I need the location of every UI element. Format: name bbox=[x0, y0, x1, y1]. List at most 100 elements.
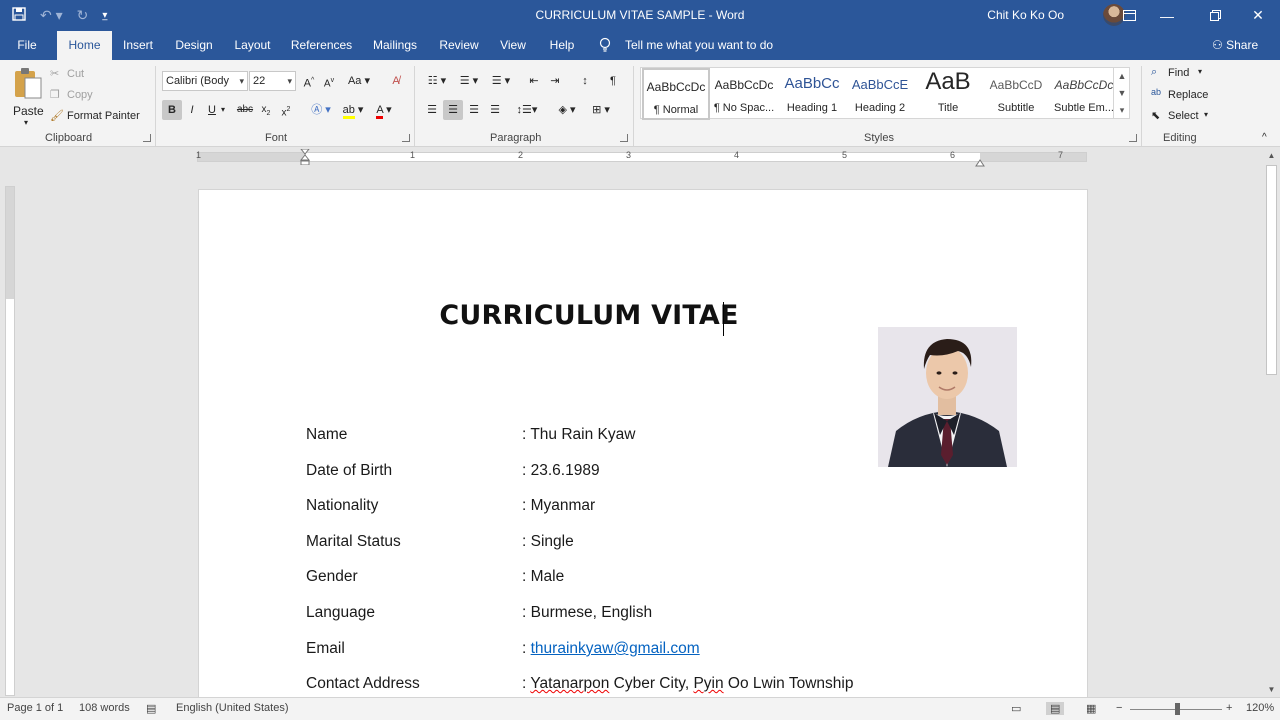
zoom-out-icon[interactable]: − bbox=[1116, 702, 1122, 714]
tab-layout[interactable]: Layout bbox=[229, 31, 276, 60]
minimize-icon[interactable]: — bbox=[1144, 0, 1190, 31]
share-button[interactable]: ⚇ Share bbox=[1212, 31, 1258, 60]
web-layout-icon[interactable]: ▦ bbox=[1086, 702, 1096, 715]
copy-button[interactable]: ❐ Copy bbox=[50, 87, 110, 105]
align-left-icon[interactable]: ☰ bbox=[422, 100, 442, 120]
font-launcher-icon[interactable] bbox=[402, 134, 410, 142]
align-right-icon[interactable]: ☰ bbox=[464, 100, 484, 120]
style-subtitle[interactable]: AaBbCcD Subtitle bbox=[982, 68, 1050, 120]
font-color-icon[interactable]: A ▾ bbox=[370, 100, 398, 120]
paste-button[interactable]: Paste ▾ bbox=[10, 66, 46, 127]
format-painter-button[interactable]: 🖌 Format Painter bbox=[50, 108, 145, 126]
select-button[interactable]: ⬉ Select ▾ bbox=[1151, 108, 1226, 126]
justify-icon[interactable]: ☰ bbox=[485, 100, 505, 120]
decrease-indent-icon[interactable]: ⇤ bbox=[524, 71, 544, 91]
group-separator bbox=[1141, 66, 1142, 146]
clipboard-group-label: Clipboard bbox=[45, 132, 93, 144]
superscript-button[interactable]: x2 bbox=[276, 100, 296, 120]
zoom-level[interactable]: 120% bbox=[1246, 702, 1274, 714]
indent-marker-icon[interactable] bbox=[299, 148, 311, 166]
increase-indent-icon[interactable]: ⇥ bbox=[545, 71, 565, 91]
gallery-up-icon[interactable]: ▲ bbox=[1113, 68, 1130, 85]
borders-icon[interactable]: ⊞ ▾ bbox=[586, 100, 616, 120]
user-name[interactable]: Chit Ko Ko Oo bbox=[987, 8, 1064, 22]
styles-launcher-icon[interactable] bbox=[1129, 134, 1137, 142]
sort-icon[interactable]: ↕ bbox=[575, 71, 595, 91]
vertical-ruler[interactable] bbox=[5, 186, 15, 696]
tab-design[interactable]: Design bbox=[170, 31, 218, 60]
vertical-scrollbar[interactable]: ▲ ▼ bbox=[1263, 149, 1280, 697]
align-center-icon[interactable]: ☰ bbox=[443, 100, 463, 120]
tell-me-search[interactable]: Tell me what you want to do bbox=[625, 31, 773, 60]
scrollbar-thumb[interactable] bbox=[1266, 165, 1277, 375]
replace-button[interactable]: ab Replace bbox=[1151, 87, 1226, 105]
subscript-button[interactable]: x2 bbox=[256, 100, 276, 120]
collapse-ribbon-icon[interactable]: ^ bbox=[1262, 132, 1267, 143]
style-subtle-emphasis[interactable]: AaBbCcDc Subtle Em... bbox=[1050, 68, 1118, 120]
change-case-icon[interactable]: Aa ▾ bbox=[345, 71, 373, 91]
ribbon-tabs: File Home Insert Design Layout Reference… bbox=[0, 31, 1280, 60]
tab-view[interactable]: View bbox=[494, 31, 532, 60]
search-icon: ⌕ bbox=[1151, 66, 1158, 78]
tab-insert[interactable]: Insert bbox=[117, 31, 159, 60]
field-label: Email bbox=[306, 640, 345, 657]
close-icon[interactable]: ✕ bbox=[1235, 0, 1280, 31]
shading-icon[interactable]: ◈ ▾ bbox=[552, 100, 582, 120]
right-indent-marker-icon[interactable] bbox=[975, 156, 985, 167]
proofing-icon[interactable]: ▤ bbox=[146, 702, 156, 715]
word-count[interactable]: 108 words bbox=[79, 702, 130, 714]
zoom-slider-thumb[interactable] bbox=[1175, 703, 1180, 715]
ruler-track: 1 1 2 3 4 5 6 7 bbox=[196, 150, 1087, 162]
style-heading-2[interactable]: AaBbCcE Heading 2 bbox=[846, 68, 914, 120]
bold-button[interactable]: B bbox=[162, 100, 182, 120]
gallery-down-icon[interactable]: ▼ bbox=[1113, 85, 1130, 102]
italic-button[interactable]: I bbox=[182, 100, 202, 120]
tab-review[interactable]: Review bbox=[435, 31, 483, 60]
styles-group-label: Styles bbox=[864, 132, 894, 144]
restore-icon[interactable] bbox=[1192, 0, 1238, 31]
tab-home[interactable]: Home bbox=[57, 31, 112, 60]
tab-references[interactable]: References bbox=[288, 31, 355, 60]
cv-title[interactable]: CURRICULUM VITAE bbox=[199, 300, 979, 331]
underline-dropdown-icon[interactable]: ▾ bbox=[218, 100, 228, 120]
font-size-combo[interactable]: 22 ▾ bbox=[249, 71, 296, 91]
scroll-up-icon[interactable]: ▲ bbox=[1263, 149, 1280, 163]
clipboard-launcher-icon[interactable] bbox=[143, 134, 151, 142]
clear-formatting-icon[interactable]: A̸ bbox=[386, 71, 406, 91]
document-page[interactable]: CURRICULUM VITAE Name : Thu Rain Kyaw Da… bbox=[198, 189, 1088, 709]
style-heading-1[interactable]: AaBbCc Heading 1 bbox=[778, 68, 846, 120]
font-name-combo[interactable]: Calibri (Body ▾ bbox=[162, 71, 248, 91]
page-count[interactable]: Page 1 of 1 bbox=[7, 702, 63, 714]
misspelled-word[interactable]: Pyin bbox=[693, 675, 723, 692]
style-normal[interactable]: AaBbCcDc ¶ Normal bbox=[642, 68, 710, 120]
paragraph-launcher-icon[interactable] bbox=[620, 134, 628, 142]
pilcrow-icon[interactable]: ¶ bbox=[603, 71, 623, 91]
shrink-font-icon[interactable]: Av bbox=[319, 71, 339, 91]
style-title[interactable]: AaB Title bbox=[914, 68, 982, 120]
profile-photo[interactable] bbox=[878, 327, 1017, 467]
cut-button[interactable]: ✂ Cut bbox=[50, 66, 110, 84]
tab-file[interactable]: File bbox=[8, 31, 46, 60]
numbering-icon[interactable]: ☰ ▾ bbox=[454, 71, 484, 91]
style-no-spacing[interactable]: AaBbCcDc ¶ No Spac... bbox=[710, 68, 778, 120]
tab-help[interactable]: Help bbox=[543, 31, 581, 60]
strikethrough-button[interactable]: abc bbox=[235, 100, 255, 120]
line-spacing-icon[interactable]: ↕☰▾ bbox=[512, 100, 542, 120]
find-button[interactable]: ⌕ Find ▾ bbox=[1151, 65, 1221, 83]
highlight-icon[interactable]: ab ▾ bbox=[339, 100, 367, 120]
tab-mailings[interactable]: Mailings bbox=[366, 31, 424, 60]
scissors-icon: ✂ bbox=[50, 68, 60, 80]
gallery-more-icon[interactable]: ▾ bbox=[1113, 102, 1130, 119]
grow-font-icon[interactable]: A^ bbox=[299, 71, 319, 91]
bullets-icon[interactable]: ☷ ▾ bbox=[422, 71, 452, 91]
horizontal-ruler[interactable]: 1 1 2 3 4 5 6 7 bbox=[0, 147, 1280, 167]
language-indicator[interactable]: English (United States) bbox=[176, 702, 289, 714]
multilevel-list-icon[interactable]: ☰ ▾ bbox=[486, 71, 516, 91]
print-layout-icon[interactable]: ▤ bbox=[1046, 702, 1065, 715]
text-effects-icon[interactable]: Ⓐ ▾ bbox=[307, 100, 335, 120]
zoom-in-icon[interactable]: + bbox=[1226, 702, 1232, 714]
misspelled-word[interactable]: Yatanarpon bbox=[530, 675, 609, 692]
email-link[interactable]: thurainkyaw@gmail.com bbox=[531, 640, 700, 657]
read-mode-icon[interactable]: ▭ bbox=[1011, 702, 1021, 715]
scroll-down-icon[interactable]: ▼ bbox=[1263, 683, 1280, 697]
